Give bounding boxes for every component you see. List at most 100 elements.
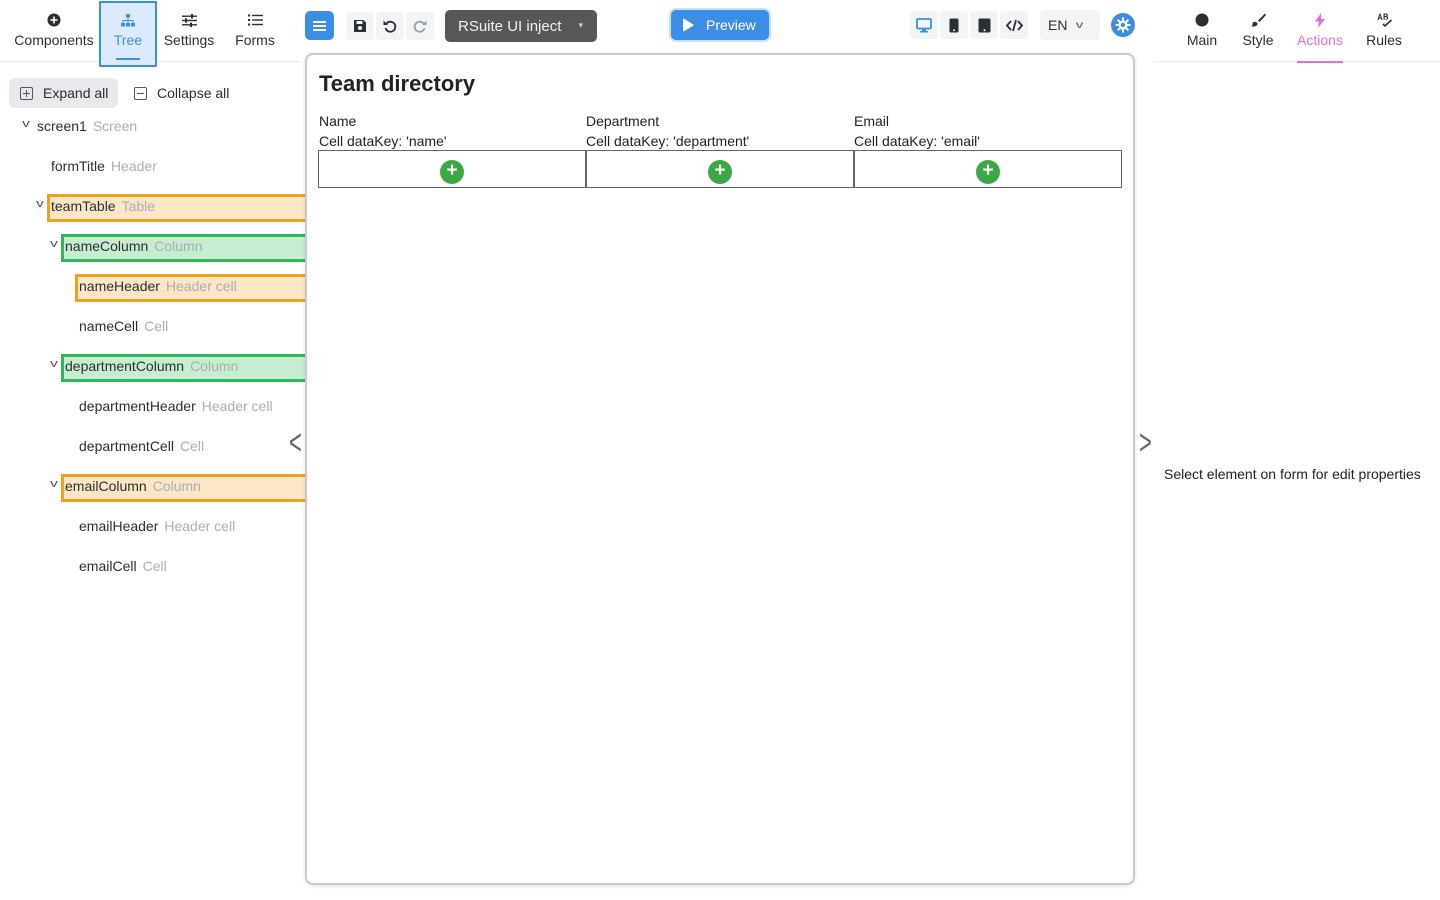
code-view-button[interactable] bbox=[1000, 11, 1028, 39]
tree-node-type: Cell bbox=[144, 318, 169, 334]
tree-node-nameHeader[interactable]: nameHeader Header cell bbox=[79, 274, 237, 298]
chevron-down-icon: v bbox=[1076, 19, 1084, 31]
plus-circle-icon bbox=[46, 12, 62, 28]
tab-main[interactable]: Main bbox=[1183, 0, 1221, 62]
spellcheck-icon bbox=[1377, 12, 1392, 28]
tab-components[interactable]: Components bbox=[8, 0, 100, 66]
tab-style[interactable]: Style bbox=[1239, 0, 1277, 62]
tree-node-type: Cell bbox=[142, 558, 167, 574]
save-icon bbox=[354, 20, 366, 32]
tree-node-type: Column bbox=[190, 358, 239, 374]
chevron-down-icon[interactable]: v bbox=[32, 198, 49, 210]
tab-label: Main bbox=[1186, 32, 1218, 48]
tree-node-type: Header cell bbox=[164, 518, 236, 534]
tablet-icon bbox=[978, 18, 990, 32]
form-title[interactable]: Team directory bbox=[319, 71, 475, 97]
tree-node-name: emailColumn bbox=[65, 478, 147, 494]
add-component-button[interactable]: + bbox=[976, 160, 1000, 184]
chevron-down-icon[interactable]: v bbox=[18, 118, 35, 130]
tree-node-screen1[interactable]: v screen1 Screen bbox=[20, 114, 137, 138]
chevron-down-icon[interactable]: v bbox=[46, 478, 63, 490]
redo-icon bbox=[413, 20, 427, 33]
theme-select[interactable]: RSuite UI inject ▾ bbox=[445, 10, 597, 42]
tab-tree[interactable]: Tree bbox=[100, 0, 156, 66]
collapse-all-label: Collapse all bbox=[157, 85, 230, 101]
gear-icon bbox=[1115, 17, 1131, 33]
cell-datakey-label: Cell dataKey: 'name' bbox=[319, 133, 447, 149]
save-button[interactable] bbox=[346, 12, 374, 40]
tree-node-teamTable[interactable]: v teamTable Table bbox=[34, 194, 155, 218]
table-cell-drop-zone[interactable]: + bbox=[854, 150, 1122, 188]
cell-datakey-label: Cell dataKey: 'department' bbox=[586, 133, 750, 149]
undo-button[interactable] bbox=[376, 12, 404, 40]
mobile-view-button[interactable] bbox=[940, 11, 968, 39]
tree-node-type: Cell bbox=[179, 438, 205, 454]
minus-square-icon bbox=[134, 86, 147, 100]
tree-node-type: Column bbox=[154, 238, 203, 254]
undo-icon bbox=[383, 20, 397, 33]
table-cell-drop-zone[interactable]: + bbox=[318, 150, 586, 188]
collapse-left-panel-chevron-icon[interactable]: < bbox=[289, 422, 302, 464]
add-component-button[interactable]: + bbox=[440, 160, 464, 184]
tree-node-name: teamTable bbox=[51, 198, 116, 214]
collapse-right-panel-chevron-icon[interactable]: > bbox=[1139, 422, 1152, 464]
tab-label: Actions bbox=[1297, 32, 1343, 48]
tree-node-name: departmentCell bbox=[79, 438, 174, 454]
tree-node-name: nameCell bbox=[79, 318, 139, 334]
properties-empty-message: Select element on form for edit properti… bbox=[1164, 466, 1421, 482]
right-panel-tabs: Main Style Actions Rules bbox=[1155, 0, 1440, 63]
desktop-icon bbox=[916, 17, 932, 32]
tree-node-name: emailCell bbox=[79, 558, 137, 574]
redo-button[interactable] bbox=[406, 12, 434, 40]
tree-node-formTitle[interactable]: formTitle Header bbox=[51, 154, 157, 178]
language-select[interactable]: EN v bbox=[1040, 10, 1100, 40]
form-canvas[interactable]: Team directory Name Cell dataKey: 'name'… bbox=[305, 53, 1135, 885]
list-icon bbox=[247, 12, 263, 28]
tree-node-nameColumn[interactable]: v nameColumn Column bbox=[46, 234, 203, 258]
tree-node-emailCell[interactable]: emailCell Cell bbox=[79, 554, 167, 578]
left-panel-tabs: Components Tree Settings Forms bbox=[0, 0, 300, 67]
column-header-email[interactable]: Email Cell dataKey: 'email' bbox=[854, 111, 980, 151]
preview-button[interactable]: Preview bbox=[671, 10, 769, 40]
tab-forms[interactable]: Forms bbox=[226, 0, 284, 66]
lightning-icon bbox=[1315, 12, 1325, 28]
tab-rules[interactable]: Rules bbox=[1365, 0, 1403, 62]
language-value: EN bbox=[1048, 17, 1068, 33]
tree-node-emailHeader[interactable]: emailHeader Header cell bbox=[79, 514, 235, 538]
tab-label: Style bbox=[1242, 32, 1274, 48]
menu-button[interactable] bbox=[305, 11, 334, 40]
header-cell-label: Name bbox=[319, 113, 357, 129]
chevron-down-icon[interactable]: v bbox=[46, 358, 63, 370]
tree-node-departmentColumn[interactable]: v departmentColumn Column bbox=[48, 354, 238, 378]
column-header-department[interactable]: Department Cell dataKey: 'department' bbox=[586, 111, 749, 151]
preview-label: Preview bbox=[706, 17, 756, 33]
collapse-all-button[interactable]: Collapse all bbox=[124, 78, 229, 108]
tree-node-type: Column bbox=[152, 478, 201, 494]
plus-square-icon bbox=[20, 86, 33, 100]
tab-actions[interactable]: Actions bbox=[1297, 0, 1343, 63]
tree-node-name: departmentColumn bbox=[65, 358, 185, 374]
table-cell-drop-zone[interactable]: + bbox=[586, 150, 854, 188]
settings-gear-button[interactable] bbox=[1111, 13, 1135, 37]
mobile-icon bbox=[949, 18, 959, 32]
tree-node-name: departmentHeader bbox=[79, 398, 196, 414]
sliders-icon bbox=[181, 12, 197, 28]
tree-node-type: Header bbox=[110, 158, 157, 174]
brush-icon bbox=[1251, 12, 1266, 28]
tab-settings[interactable]: Settings bbox=[160, 0, 218, 66]
tab-label: Forms bbox=[235, 32, 275, 48]
tree-node-departmentCell[interactable]: departmentCell Cell bbox=[79, 434, 204, 458]
tree-node-nameCell[interactable]: nameCell Cell bbox=[79, 314, 168, 338]
expand-all-button[interactable]: Expand all bbox=[9, 78, 118, 108]
chevron-down-icon[interactable]: v bbox=[46, 238, 63, 250]
tablet-view-button[interactable] bbox=[970, 11, 998, 39]
tree-node-emailColumn[interactable]: v emailColumn Column bbox=[48, 474, 201, 498]
column-header-name[interactable]: Name Cell dataKey: 'name' bbox=[319, 111, 447, 151]
desktop-view-button[interactable] bbox=[910, 11, 938, 39]
tree-node-departmentHeader[interactable]: departmentHeader Header cell bbox=[79, 394, 273, 418]
tree-node-type: Table bbox=[121, 198, 156, 214]
add-component-button[interactable]: + bbox=[708, 160, 732, 184]
tree-node-type: Header cell bbox=[201, 398, 273, 414]
tree-node-name: emailHeader bbox=[79, 518, 159, 534]
tree-node-name: nameColumn bbox=[65, 238, 149, 254]
